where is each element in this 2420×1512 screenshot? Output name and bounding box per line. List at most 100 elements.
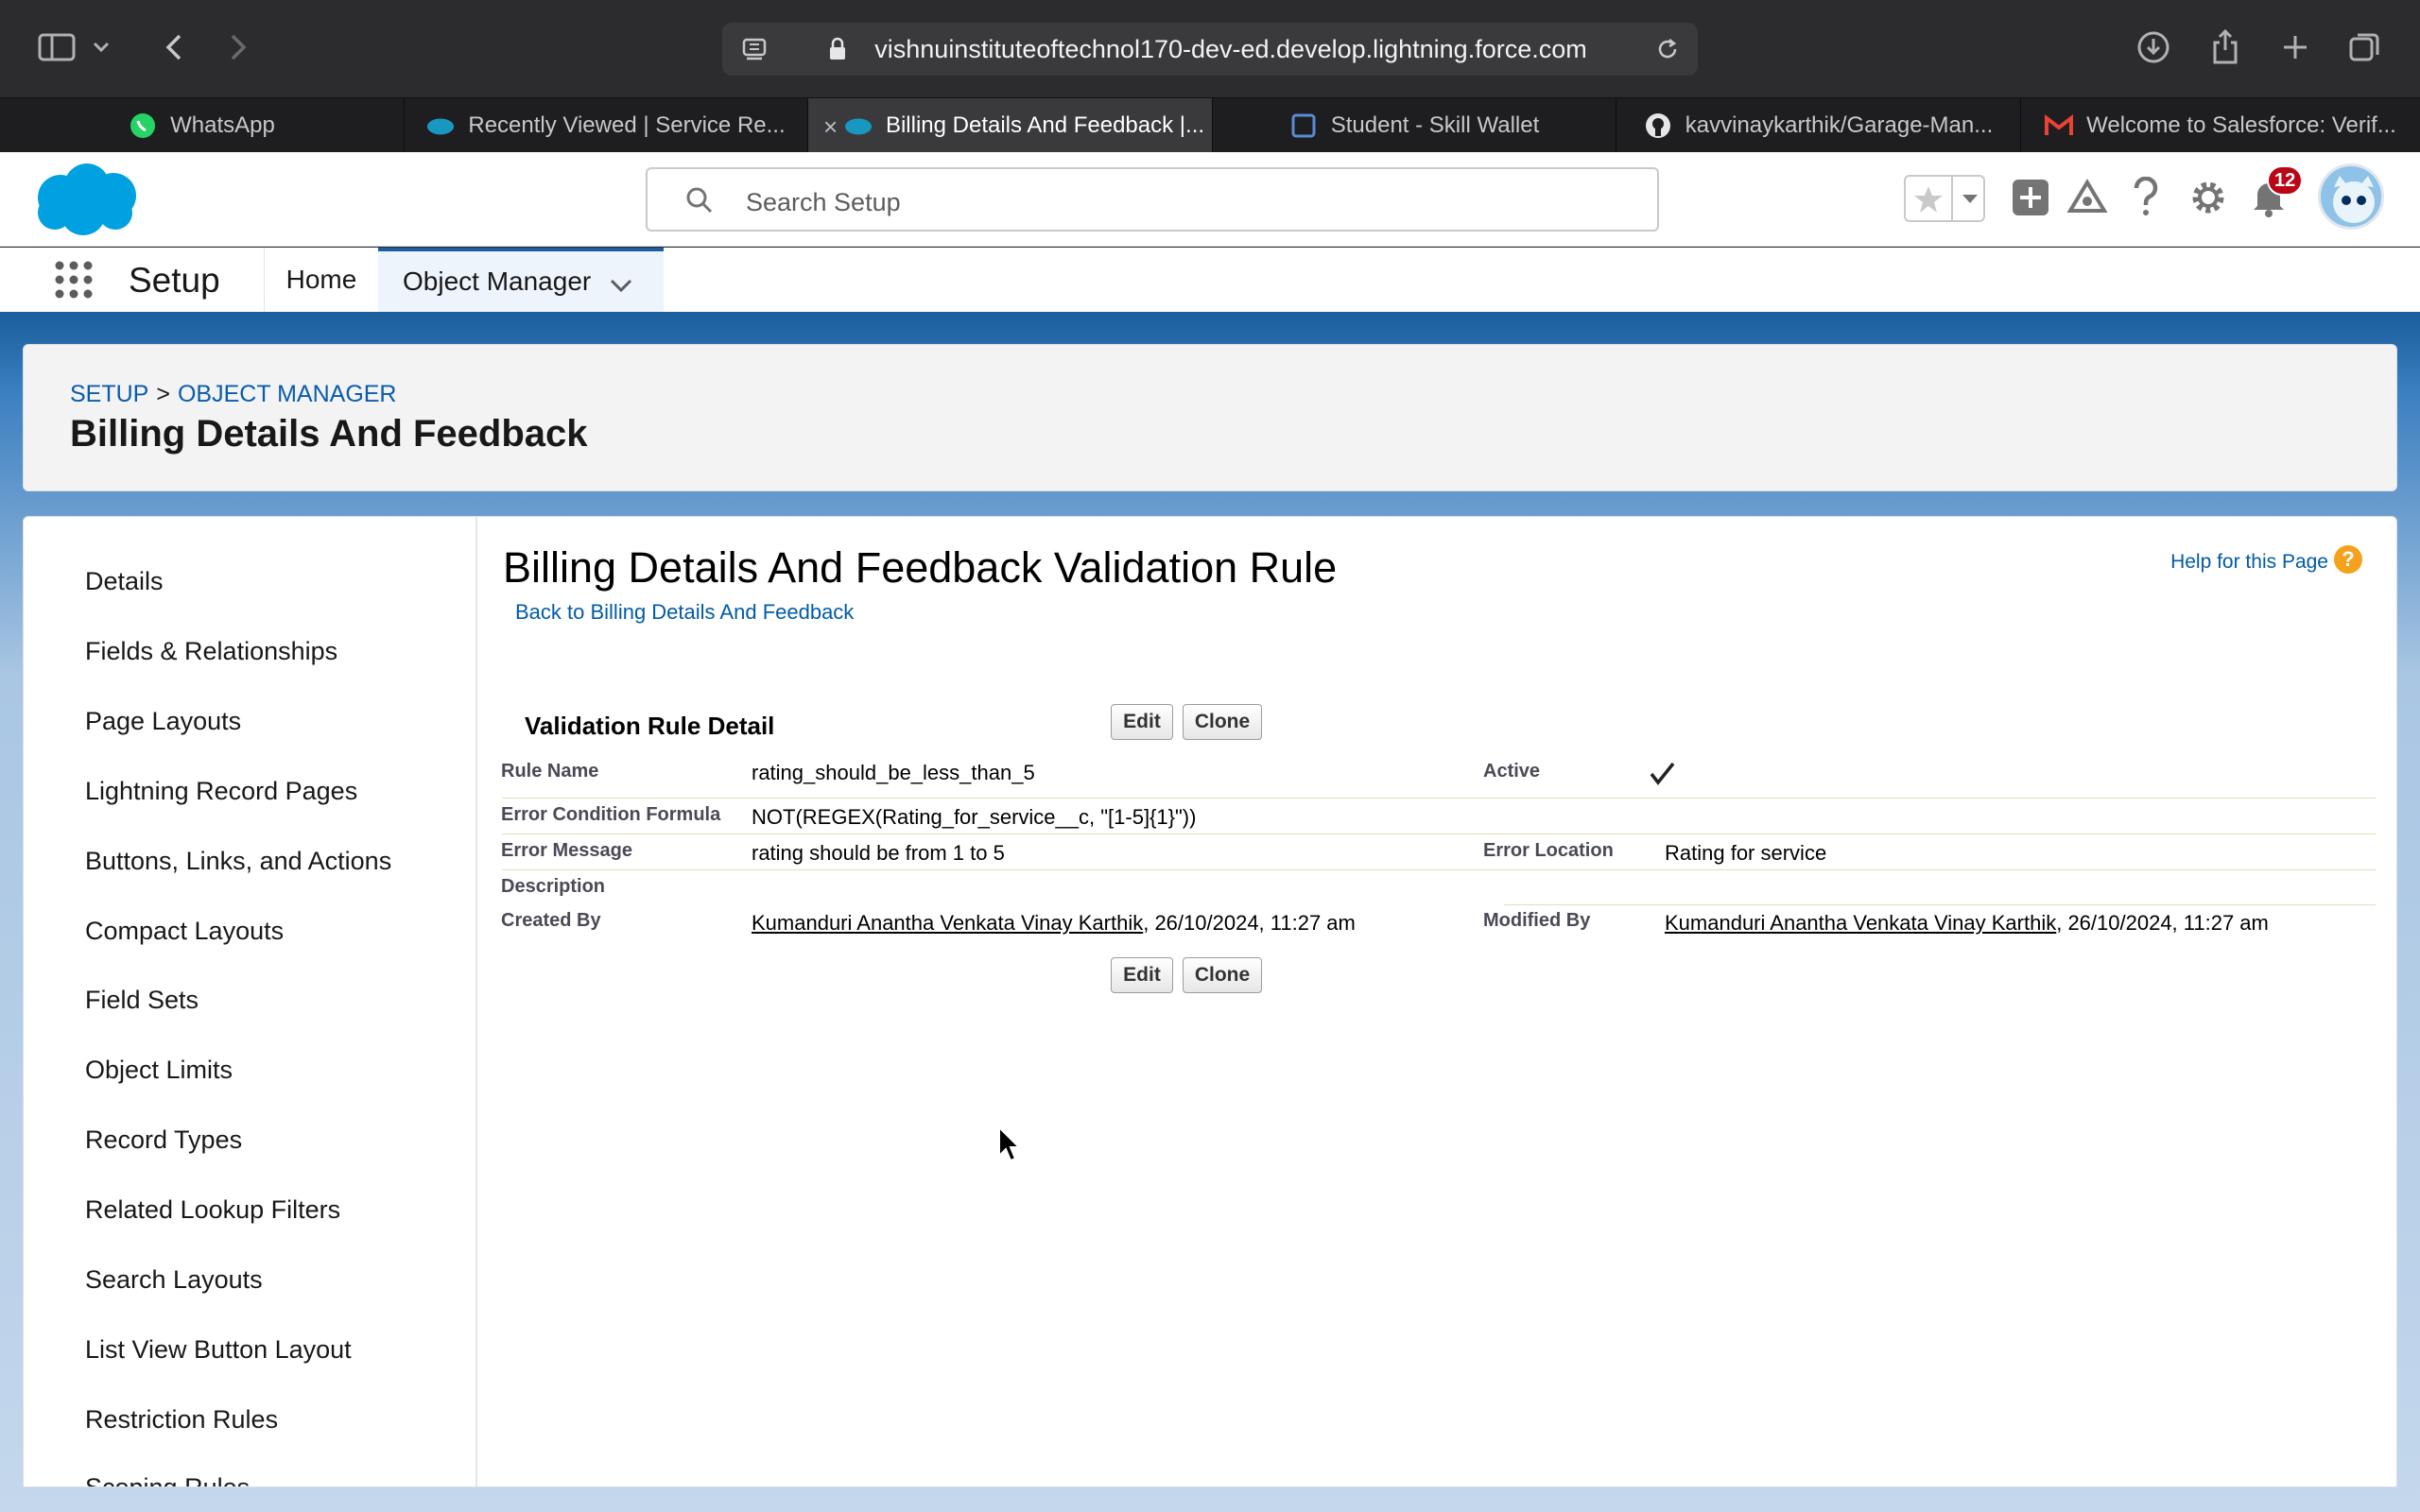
star-icon[interactable]: [1913, 184, 1944, 219]
error-location-label: Error Location: [1483, 840, 1614, 861]
modified-by-label: Modified By: [1483, 910, 1591, 931]
sidebar-item-restriction-rules[interactable]: Restriction Rules: [85, 1405, 278, 1435]
sidebar-item-record-types[interactable]: Record Types: [85, 1125, 242, 1155]
close-tab-icon[interactable]: ×: [823, 112, 838, 142]
created-by-value: Kumanduri Anantha Venkata Vinay Karthik,…: [752, 911, 1356, 936]
global-actions-plus-icon[interactable]: [2006, 173, 2055, 222]
sidebar-item-list-view-button-layout[interactable]: List View Button Layout: [85, 1335, 352, 1365]
sidebar-item-fields-relationships[interactable]: Fields & Relationships: [85, 637, 337, 666]
notifications-bell-icon[interactable]: 12: [2244, 165, 2304, 222]
created-by-date: , 26/10/2024, 11:27 am: [1143, 911, 1356, 935]
trailhead-icon[interactable]: [2063, 173, 2112, 222]
tab-label: kavvinaykarthik/Garage-Man...: [1685, 112, 1994, 138]
chevron-down-icon[interactable]: [609, 270, 633, 301]
avatar[interactable]: [2318, 163, 2384, 230]
validation-rule-title: Billing Details And Feedback Validation …: [503, 543, 1338, 592]
edit-button[interactable]: Edit: [1111, 704, 1173, 740]
edit-button-bottom[interactable]: Edit: [1111, 957, 1173, 993]
tab-label: WhatsApp: [170, 112, 275, 138]
gear-icon[interactable]: [2184, 173, 2233, 222]
created-by-label: Created By: [501, 910, 601, 931]
search-icon: [685, 186, 714, 219]
address-bar[interactable]: vishnuinstituteoftechnol170-dev-ed.devel…: [722, 23, 1698, 76]
tab-billing-details[interactable]: × Billing Details And Feedback |...: [808, 98, 1213, 153]
formula-value: NOT(REGEX(Rating_for_service__c, "[1-5]{…: [752, 805, 1197, 829]
back-arrow-icon[interactable]: [151, 25, 197, 70]
skill-wallet-icon: [1289, 112, 1318, 140]
section-title: Validation Rule Detail: [525, 712, 775, 740]
sidebar-item-scoping-rules[interactable]: Scoping Rules: [85, 1473, 250, 1486]
help-for-page-link[interactable]: Help for this Page: [2170, 551, 2328, 574]
active-label: Active: [1483, 761, 1541, 782]
tab-skill-wallet[interactable]: Student - Skill Wallet: [1213, 98, 1616, 153]
row-divider: [502, 833, 2376, 834]
tab-recently-viewed[interactable]: Recently Viewed | Service Re...: [405, 98, 808, 153]
rule-name-label: Rule Name: [501, 761, 599, 782]
clone-button[interactable]: Clone: [1183, 704, 1262, 740]
created-by-user-link[interactable]: Kumanduri Anantha Venkata Vinay Karthik: [752, 911, 1143, 935]
validation-rule-detail-area: Billing Details And Feedback Validation …: [477, 517, 2396, 1486]
clone-button-bottom[interactable]: Clone: [1183, 957, 1262, 993]
github-icon: [1644, 112, 1672, 140]
download-icon[interactable]: [2131, 25, 2176, 70]
tab-whatsapp[interactable]: WhatsApp: [0, 98, 405, 153]
chevron-down-icon[interactable]: [87, 25, 115, 70]
breadcrumb-setup-link[interactable]: SETUP: [70, 381, 148, 407]
tab-gmail[interactable]: Welcome to Salesforce: Verif...: [2021, 98, 2420, 153]
reload-icon[interactable]: [1654, 36, 1681, 67]
lock-icon: [828, 36, 847, 67]
tab-label: Recently Viewed | Service Re...: [468, 112, 786, 138]
row-divider: [502, 869, 2376, 870]
sidebar-item-search-layouts[interactable]: Search Layouts: [85, 1265, 263, 1295]
breadcrumb-separator: >: [156, 381, 170, 407]
breadcrumb: SETUP > OBJECT MANAGER: [70, 381, 397, 408]
sidebar-item-object-limits[interactable]: Object Limits: [85, 1056, 233, 1085]
new-tab-plus-icon[interactable]: [2273, 25, 2318, 70]
nav-home-tab[interactable]: Home: [265, 248, 378, 312]
salesforce-logo[interactable]: [28, 160, 142, 244]
favorites-dropdown-icon[interactable]: [1951, 177, 1985, 220]
forward-arrow-icon[interactable]: [216, 25, 261, 70]
app-name: Setup: [129, 261, 220, 300]
tab-label: Student - Skill Wallet: [1330, 112, 1540, 138]
help-icon[interactable]: [2121, 173, 2170, 222]
rule-name-value: rating_should_be_less_than_5: [752, 761, 1035, 784]
share-icon[interactable]: [2203, 25, 2248, 70]
salesforce-global-header: Search Setup 12: [0, 152, 2420, 247]
sidebar-item-page-layouts[interactable]: Page Layouts: [85, 707, 241, 736]
page-menu-icon[interactable]: [741, 36, 768, 67]
browser-tab-bar: WhatsApp Recently Viewed | Service Re...…: [0, 97, 2420, 153]
active-checkmark-icon: [1648, 761, 1676, 792]
sidebar-item-lightning-record-pages[interactable]: Lightning Record Pages: [85, 777, 357, 806]
modified-by-date: , 26/10/2024, 11:27 am: [2056, 911, 2269, 935]
back-to-object-link[interactable]: Back to Billing Details And Feedback: [515, 600, 854, 625]
sidebar-item-related-lookup-filters[interactable]: Related Lookup Filters: [85, 1195, 340, 1225]
breadcrumb-object-manager-link[interactable]: OBJECT MANAGER: [178, 381, 397, 407]
object-manager-sidebar: Details Fields & Relationships Page Layo…: [24, 517, 477, 1486]
formula-label: Error Condition Formula: [501, 804, 721, 825]
sidebar-item-details[interactable]: Details: [85, 567, 164, 596]
help-question-icon[interactable]: ?: [2334, 545, 2362, 574]
search-setup-input[interactable]: Search Setup: [646, 167, 1659, 232]
error-location-value: Rating for service: [1665, 841, 1827, 865]
favorites-control[interactable]: [1904, 175, 1985, 222]
tab-github[interactable]: kavvinaykarthik/Garage-Man...: [1616, 98, 2021, 153]
salesforce-cloud-icon: [426, 112, 455, 140]
sidebar-item-buttons-links-actions[interactable]: Buttons, Links, and Actions: [85, 847, 391, 876]
sidebar-toggle-icon[interactable]: [34, 25, 79, 70]
modified-by-user-link[interactable]: Kumanduri Anantha Venkata Vinay Karthik: [1665, 911, 2056, 935]
nav-object-manager-tab[interactable]: Object Manager: [378, 248, 664, 312]
row-divider: [1504, 904, 2376, 905]
main-panel: Details Fields & Relationships Page Layo…: [23, 516, 2397, 1487]
tab-overview-icon[interactable]: [2342, 25, 2388, 70]
sidebar-item-compact-layouts[interactable]: Compact Layouts: [85, 917, 284, 946]
whatsapp-icon: [129, 112, 157, 140]
app-launcher-icon[interactable]: [53, 259, 95, 305]
salesforce-cloud-icon: [844, 112, 873, 140]
mouse-cursor-icon: [997, 1125, 1022, 1168]
url-text[interactable]: vishnuinstituteoftechnol170-dev-ed.devel…: [858, 35, 1603, 64]
setup-nav-bar: Setup Home Object Manager: [0, 248, 2420, 316]
error-message-value: rating should be from 1 to 5: [752, 841, 1005, 865]
sidebar-item-field-sets[interactable]: Field Sets: [85, 986, 199, 1015]
gmail-icon: [2045, 112, 2074, 140]
